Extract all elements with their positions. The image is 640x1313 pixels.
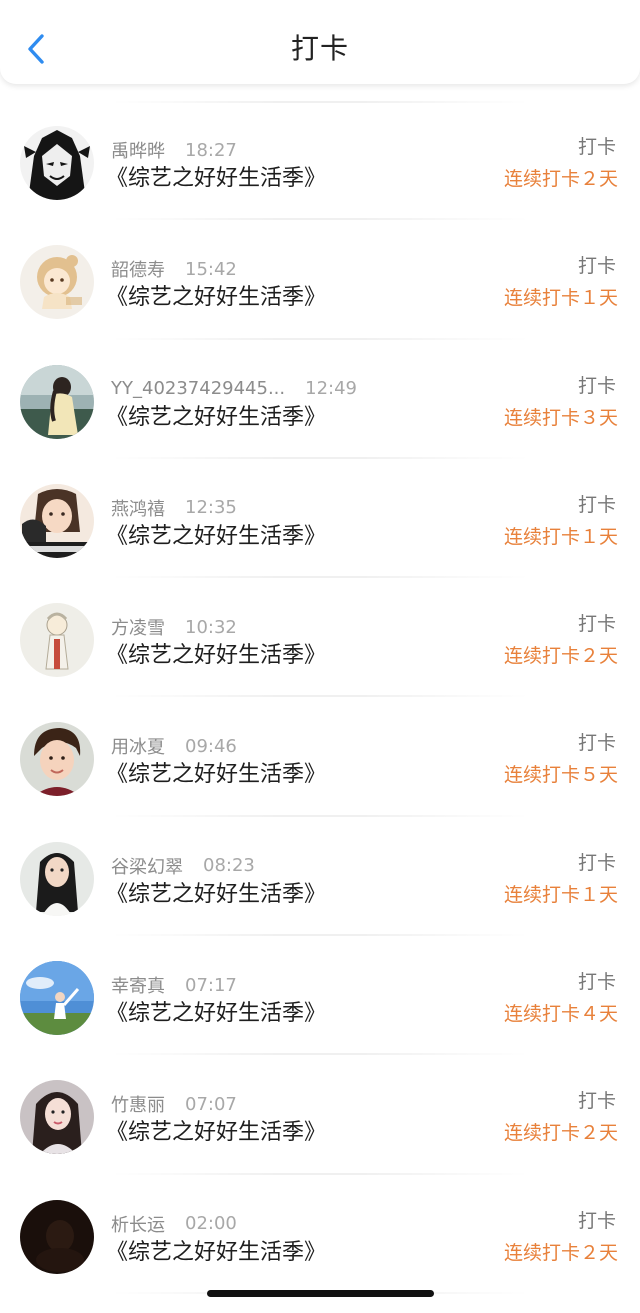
checkin-label: 打卡 — [577, 732, 616, 755]
home-indicator[interactable] — [207, 1290, 434, 1297]
checkin-row[interactable]: 燕鸿禧 12:35 《综艺之好好生活季》 打卡 连续打卡１天 — [0, 459, 640, 579]
page-title: 打卡 — [290, 32, 349, 65]
checkin-meta: 析长运 02:00 — [111, 1209, 237, 1239]
nav-bar: 打卡 — [0, 0, 640, 84]
book-title[interactable]: 《综艺之好好生活季》 — [106, 282, 326, 314]
checkin-time: 18:27 — [185, 139, 237, 161]
streak-text: 连续打卡４天 — [503, 1003, 618, 1026]
avatar[interactable] — [20, 126, 94, 200]
checkin-time: 12:35 — [185, 497, 237, 519]
checkin-time: 02:00 — [185, 1213, 237, 1235]
book-title[interactable]: 《综艺之好好生活季》 — [106, 1237, 326, 1269]
streak-text: 连续打卡２天 — [503, 645, 618, 668]
checkin-row[interactable]: 韶德寿 15:42 《综艺之好好生活季》 打卡 连续打卡１天 — [0, 220, 640, 340]
checkin-row[interactable]: 幸寄真 07:17 《综艺之好好生活季》 打卡 连续打卡４天 — [0, 936, 640, 1056]
checkin-row[interactable]: 析长运 02:00 《综艺之好好生活季》 打卡 连续打卡２天 — [0, 1175, 640, 1295]
user-name[interactable]: 谷梁幻翠 — [111, 853, 183, 879]
user-name[interactable]: 韶德寿 — [111, 256, 165, 282]
checkin-label: 打卡 — [577, 493, 616, 516]
checkin-meta: 幸寄真 07:17 — [111, 970, 237, 1000]
checkin-time: 07:17 — [185, 974, 237, 996]
checkin-label: 打卡 — [577, 136, 616, 158]
checkin-row[interactable]: YY_40237429445... 12:49 《综艺之好好生活季》 打卡 连续… — [0, 340, 640, 460]
checkin-time: 09:46 — [185, 735, 237, 757]
checkin-meta: 燕鸿禧 12:35 — [111, 493, 237, 523]
checkin-meta: YY_40237429445... 12:49 — [111, 374, 357, 404]
checkin-meta: 韶德寿 15:42 — [111, 254, 237, 284]
avatar[interactable] — [20, 603, 94, 678]
user-name[interactable]: 禹晔晔 — [111, 137, 165, 163]
checkin-label: 打卡 — [577, 1209, 616, 1232]
streak-text: 连续打卡１天 — [503, 287, 618, 310]
streak-text: 连续打卡２天 — [503, 168, 618, 190]
checkin-row[interactable]: 禹晔晔 18:27 《综艺之好好生活季》 打卡 连续打卡２天 — [0, 101, 640, 221]
streak-text: 连续打卡５天 — [503, 764, 618, 787]
checkin-label: 打卡 — [577, 374, 616, 397]
checkin-label: 打卡 — [577, 255, 616, 278]
streak-text: 连续打卡１天 — [503, 883, 618, 906]
checkin-row[interactable]: 方凌雪 10:32 《综艺之好好生活季》 打卡 连续打卡２天 — [0, 578, 640, 698]
user-name[interactable]: 用冰夏 — [111, 733, 165, 759]
checkin-row[interactable]: 竹惠丽 07:07 《综艺之好好生活季》 打卡 连续打卡２天 — [0, 1055, 640, 1175]
avatar[interactable] — [20, 841, 94, 916]
book-title[interactable]: 《综艺之好好生活季》 — [106, 521, 326, 553]
checkin-page: 打卡 禹晔晔 18:27 《综艺之好好生活季》 打卡 连续打卡２天 韶德寿 15… — [0, 0, 640, 1313]
checkin-label: 打卡 — [577, 1090, 616, 1113]
avatar[interactable] — [20, 364, 94, 439]
avatar[interactable] — [20, 483, 94, 558]
book-title[interactable]: 《综艺之好好生活季》 — [106, 402, 326, 434]
book-title[interactable]: 《综艺之好好生活季》 — [106, 1117, 326, 1149]
user-name[interactable]: YY_40237429445... — [111, 378, 285, 399]
avatar[interactable] — [20, 1199, 94, 1274]
checkin-row[interactable]: 用冰夏 09:46 《综艺之好好生活季》 打卡 连续打卡５天 — [0, 697, 640, 818]
checkin-label: 打卡 — [577, 613, 616, 636]
avatar[interactable] — [20, 1080, 94, 1155]
checkin-meta: 禹晔晔 18:27 — [111, 135, 237, 165]
checkin-list: 禹晔晔 18:27 《综艺之好好生活季》 打卡 连续打卡２天 韶德寿 15:42… — [0, 101, 640, 1295]
checkin-meta: 谷梁幻翠 08:23 — [111, 851, 255, 881]
book-title[interactable]: 《综艺之好好生活季》 — [106, 879, 326, 911]
checkin-meta: 用冰夏 09:46 — [111, 731, 237, 761]
book-title[interactable]: 《综艺之好好生活季》 — [106, 759, 326, 791]
user-name[interactable]: 析长运 — [111, 1211, 165, 1237]
checkin-time: 15:42 — [185, 258, 237, 280]
checkin-time: 07:07 — [185, 1093, 237, 1115]
checkin-time: 10:32 — [185, 616, 237, 638]
checkin-time: 12:49 — [305, 378, 358, 400]
user-name[interactable]: 幸寄真 — [111, 972, 165, 998]
book-title[interactable]: 《综艺之好好生活季》 — [106, 163, 326, 195]
checkin-label: 打卡 — [577, 851, 616, 874]
avatar[interactable] — [20, 961, 94, 1036]
checkin-time: 08:23 — [203, 855, 255, 877]
avatar[interactable] — [20, 722, 94, 797]
avatar[interactable] — [20, 245, 94, 320]
user-name[interactable]: 方凌雪 — [111, 614, 165, 640]
checkin-meta: 方凌雪 10:32 — [111, 612, 237, 642]
checkin-row[interactable]: 谷梁幻翠 08:23 《综艺之好好生活季》 打卡 连续打卡１天 — [0, 817, 640, 937]
streak-text: 连续打卡２天 — [503, 1122, 618, 1145]
checkin-meta: 竹惠丽 07:07 — [111, 1089, 237, 1119]
user-name[interactable]: 燕鸿禧 — [111, 495, 165, 521]
streak-text: 连续打卡１天 — [503, 525, 618, 548]
streak-text: 连续打卡３天 — [503, 406, 618, 429]
streak-text: 连续打卡２天 — [503, 1241, 618, 1264]
checkin-label: 打卡 — [577, 971, 616, 994]
book-title[interactable]: 《综艺之好好生活季》 — [106, 640, 326, 672]
user-name[interactable]: 竹惠丽 — [111, 1091, 165, 1117]
book-title[interactable]: 《综艺之好好生活季》 — [106, 998, 326, 1030]
